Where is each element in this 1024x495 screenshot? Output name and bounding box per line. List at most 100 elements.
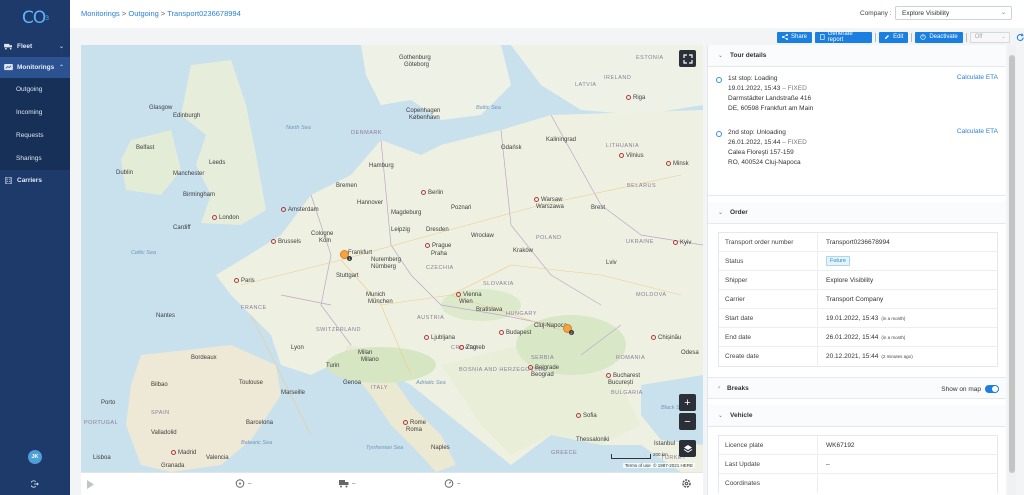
city-label: Lisboa bbox=[93, 455, 111, 461]
breaks-header[interactable]: › Breaks Show on map bbox=[708, 377, 1006, 399]
section-title: Vehicle bbox=[730, 412, 753, 419]
avatar[interactable]: JK bbox=[28, 450, 42, 464]
sidebar-item-monitorings[interactable]: Monitorings ⌃ bbox=[0, 57, 70, 78]
city-label: Thessaloniki bbox=[576, 437, 610, 443]
fullscreen-button[interactable] bbox=[679, 50, 696, 67]
route-icon bbox=[4, 64, 13, 71]
app-logo[interactable]: CO 3 bbox=[0, 0, 70, 36]
sidebar-subitem-outgoing[interactable]: Outgoing bbox=[0, 78, 70, 101]
toolbar-divider bbox=[965, 32, 967, 42]
relative-time: (in a month) bbox=[881, 315, 906, 321]
toolbar-divider bbox=[911, 32, 913, 42]
stop-address-line1: Calea Floreşti 157-159 bbox=[728, 149, 794, 156]
edit-button[interactable]: Edit bbox=[879, 31, 909, 43]
deactivate-button[interactable]: Deactivate bbox=[915, 31, 963, 43]
generate-report-button[interactable]: Generate report bbox=[815, 31, 873, 43]
zoom-out-button[interactable]: − bbox=[679, 413, 696, 430]
row-value: 20.12.2021, 15:44 bbox=[826, 353, 879, 360]
map-view[interactable]: IRELAND LITHUANIA LATVIA ESTONIA POLAND … bbox=[81, 45, 703, 472]
country-label: POLAND bbox=[536, 235, 562, 241]
city-label: Naples bbox=[431, 445, 450, 451]
relative-time: (2 minutes ago) bbox=[881, 354, 913, 359]
map-attribution: Terms of use © 1987-2021 HERE bbox=[622, 463, 695, 468]
refresh-icon[interactable] bbox=[1016, 32, 1024, 42]
speed-value: – bbox=[248, 480, 252, 487]
country-label: PORTUGAL bbox=[84, 420, 119, 426]
panel-scrollbar[interactable] bbox=[1008, 45, 1016, 495]
stop-address-line1: Darmstädter Landstraße 416 bbox=[728, 95, 812, 102]
map-layers-button[interactable] bbox=[679, 440, 696, 457]
city-label: Barcelona bbox=[246, 420, 274, 426]
layers-icon bbox=[683, 444, 692, 453]
order-header[interactable]: ⌄ Order bbox=[708, 202, 1006, 224]
city-label: København bbox=[409, 115, 440, 121]
sea-label: Adriatic Sea bbox=[416, 380, 446, 386]
scrollbar-thumb[interactable] bbox=[1009, 55, 1015, 473]
country-label: UKRAINE bbox=[626, 239, 654, 245]
city-label: Riga bbox=[626, 95, 645, 101]
country-label: SLOVAKIA bbox=[483, 281, 514, 287]
country-label: AUSTRIA bbox=[417, 315, 445, 321]
company-select[interactable]: Explore Visibility ⌄ bbox=[895, 6, 1012, 20]
city-label: Stuttgart bbox=[336, 273, 359, 279]
city-label: Beograd bbox=[531, 372, 554, 378]
city-label: Valladolid bbox=[151, 430, 177, 436]
share-button[interactable]: Share bbox=[777, 31, 813, 43]
country-label: SERBIA bbox=[531, 355, 555, 361]
show-on-map-label: Show on map bbox=[941, 385, 981, 393]
city-label: Hamburg bbox=[369, 163, 394, 169]
city-label: Nürnberg bbox=[371, 264, 397, 270]
tour-details-header[interactable]: ⌄ Tour details bbox=[708, 45, 1006, 67]
chevron-down-icon: ⌄ bbox=[1000, 10, 1006, 16]
city-label: Köln bbox=[319, 238, 332, 244]
order-table: Transport order number Transport02366789… bbox=[718, 232, 998, 367]
sidebar: CO 3 Fleet ⌄ Monitorings ⌃ Outgoing Incom… bbox=[0, 0, 70, 495]
breadcrumb-transport[interactable]: Transport0236678994 bbox=[167, 9, 241, 18]
vehicle-header[interactable]: ⌄ Vehicle bbox=[708, 405, 1006, 427]
city-label: Zagreb bbox=[459, 345, 485, 351]
city-label: Sofia bbox=[576, 413, 597, 419]
sidebar-subitem-sharings[interactable]: Sharings bbox=[0, 147, 70, 170]
city-label: Brest bbox=[591, 205, 606, 211]
gear-icon[interactable] bbox=[681, 478, 692, 489]
row-value: – bbox=[826, 460, 830, 468]
calculate-eta-link[interactable]: Calculate ETA bbox=[957, 128, 998, 135]
logout-icon[interactable] bbox=[31, 480, 39, 488]
terms-of-use-link[interactable]: Terms of use bbox=[625, 463, 651, 468]
sidebar-item-label: Carriers bbox=[17, 177, 42, 184]
chevron-down-icon: ⌄ bbox=[718, 210, 724, 216]
row-key: Last Update bbox=[719, 455, 818, 473]
sidebar-subitem-incoming[interactable]: Incoming bbox=[0, 101, 70, 124]
table-row: Coordinates bbox=[719, 474, 997, 493]
sea-label: Baltic Sea bbox=[476, 105, 501, 111]
sidebar-item-carriers[interactable]: Carriers bbox=[0, 170, 70, 191]
show-on-map-toggle[interactable] bbox=[985, 385, 999, 393]
company-label: Company : bbox=[860, 10, 892, 17]
sidebar-subitem-requests[interactable]: Requests bbox=[0, 124, 70, 147]
section-title: Breaks bbox=[727, 384, 749, 392]
country-label: IRELAND bbox=[604, 75, 632, 81]
row-key: Shipper bbox=[719, 271, 818, 289]
stop-address-line2: RO, 400524 Cluj-Napoca bbox=[728, 159, 801, 166]
calculate-eta-link[interactable]: Calculate ETA bbox=[957, 74, 998, 81]
row-value: 19.01.2022, 15:43 bbox=[826, 314, 879, 322]
share-icon bbox=[782, 34, 788, 40]
play-icon[interactable] bbox=[87, 480, 94, 489]
fuel-indicator: – bbox=[444, 479, 460, 488]
city-label: Genoa bbox=[343, 380, 362, 386]
city-label: Vilnius bbox=[619, 153, 644, 159]
status-toggle-select[interactable]: Off ⌄ bbox=[969, 31, 1010, 43]
city-label: Lyon bbox=[291, 345, 304, 351]
city-label: Manchester bbox=[173, 171, 205, 177]
sidebar-item-fleet[interactable]: Fleet ⌄ bbox=[0, 36, 70, 57]
country-label: MOLDOVA bbox=[636, 292, 667, 298]
city-label: Minsk bbox=[666, 161, 689, 167]
vehicle-table: Licence plate WK67192 Last Update – Coor… bbox=[718, 435, 998, 493]
breadcrumb-outgoing[interactable]: Outgoing bbox=[128, 9, 158, 18]
country-label: FRANCE bbox=[241, 305, 267, 311]
breadcrumb: Monitorings > Outgoing > Transport023667… bbox=[81, 9, 241, 18]
zoom-in-button[interactable]: + bbox=[679, 394, 696, 411]
city-label: München bbox=[368, 299, 393, 305]
breadcrumb-monitorings[interactable]: Monitorings bbox=[81, 9, 120, 18]
city-label: București bbox=[608, 380, 634, 386]
